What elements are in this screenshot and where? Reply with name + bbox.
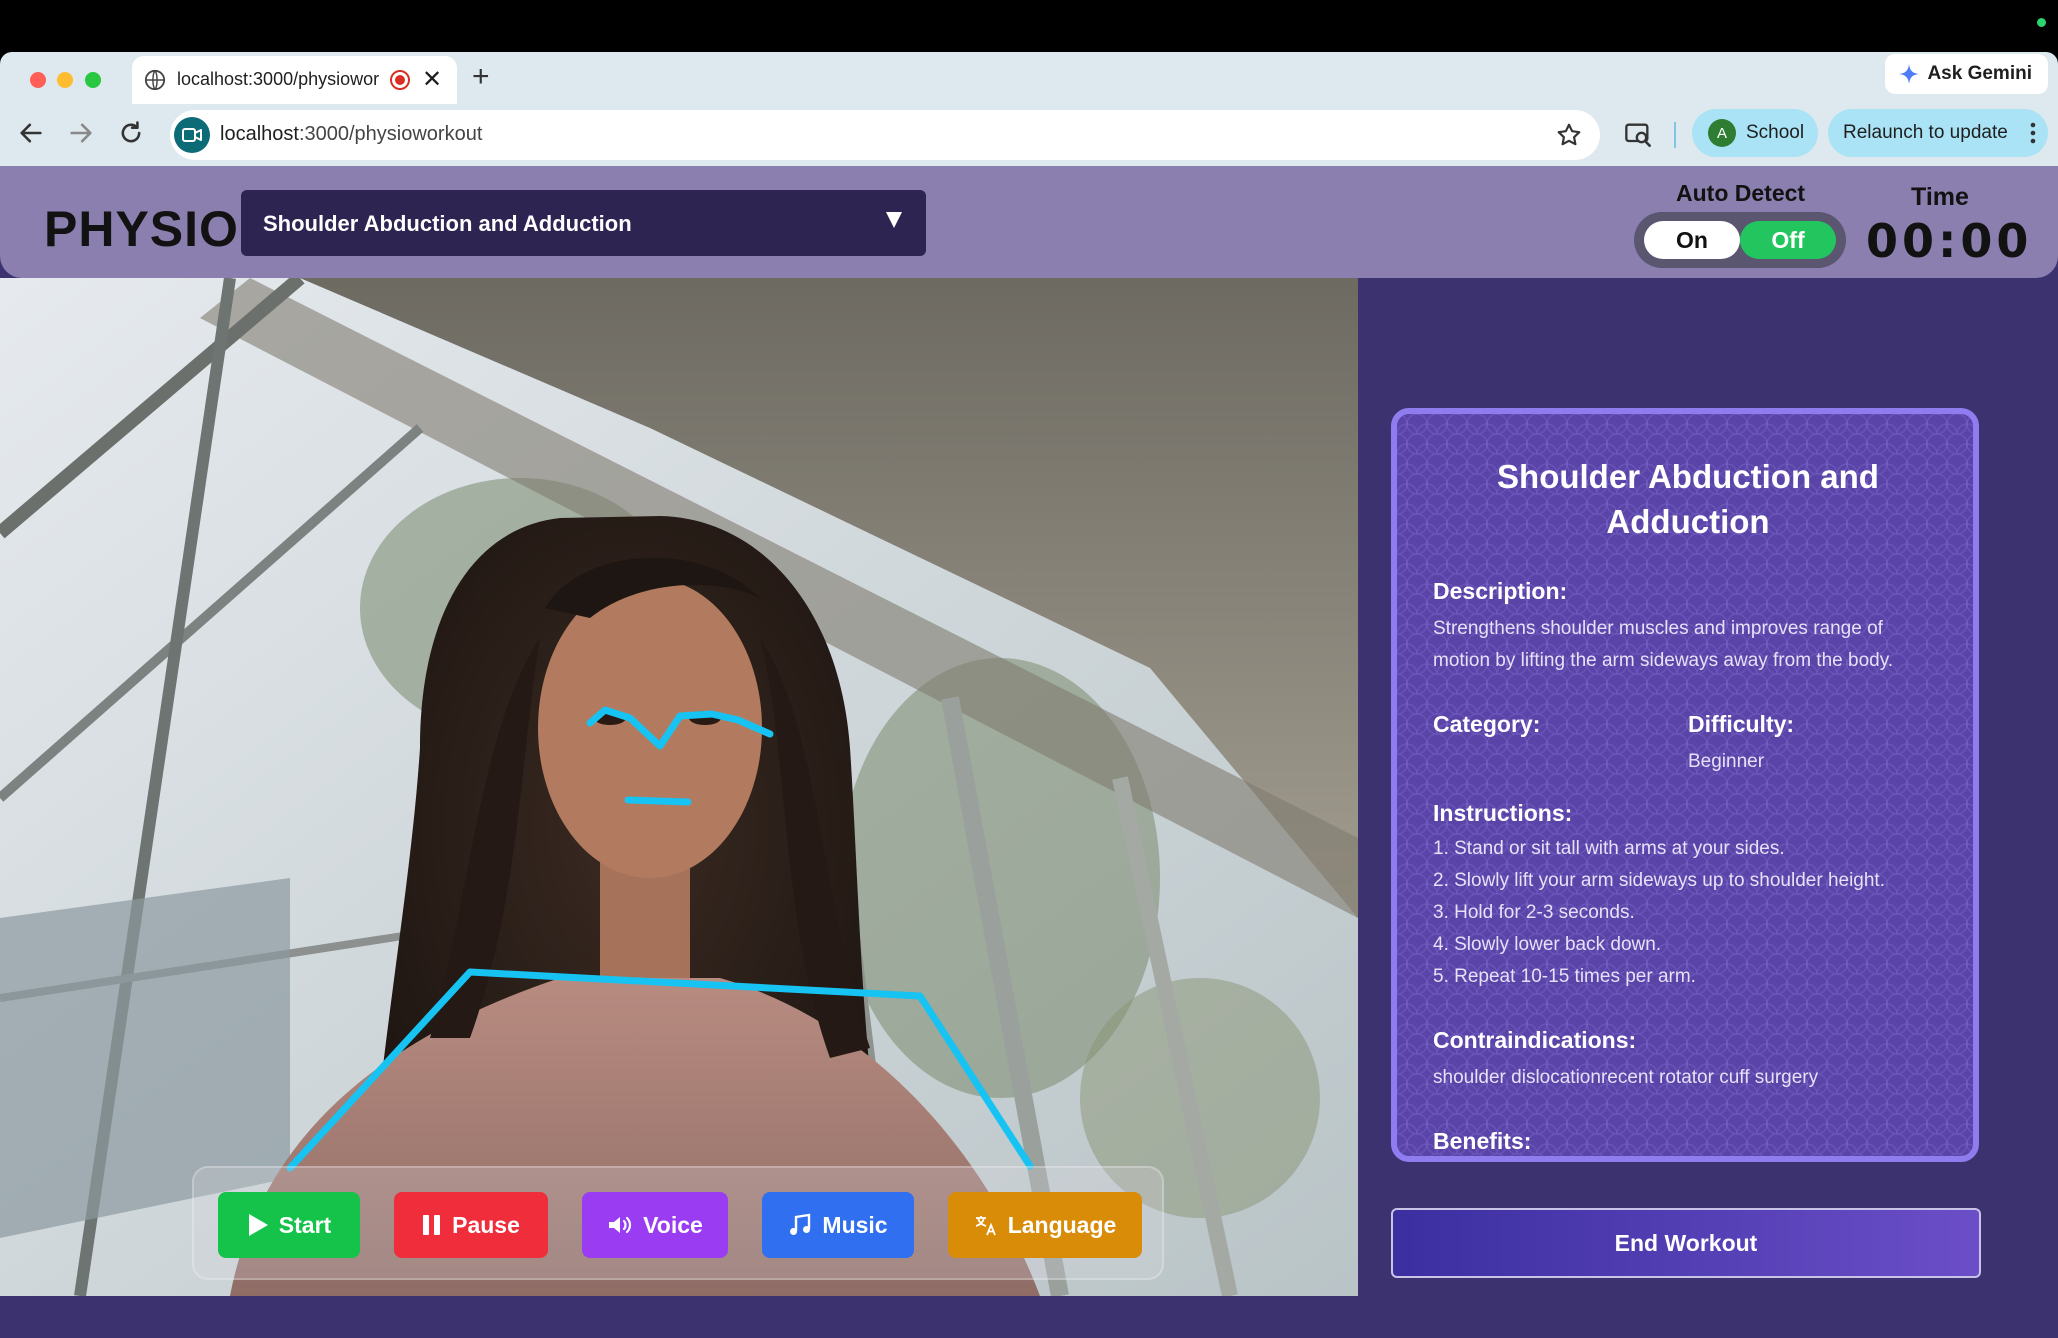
time-label: Time (1911, 183, 1969, 211)
language-button[interactable]: Language (948, 1192, 1142, 1258)
start-button[interactable]: Start (218, 1192, 360, 1258)
reload-icon[interactable] (117, 119, 145, 147)
language-label: Language (1007, 1211, 1117, 1238)
browser-tab[interactable]: localhost:3000/physiowor ✕ (132, 56, 457, 104)
gemini-sparkle-icon (1899, 64, 1920, 84)
forward-arrow-icon[interactable] (67, 119, 95, 147)
more-vert-icon[interactable] (2030, 121, 2036, 145)
difficulty-heading: Difficulty: (1688, 711, 1795, 737)
os-menu-bar (0, 0, 2058, 52)
difficulty-value: Beginner (1688, 751, 1765, 772)
back-arrow-icon[interactable] (17, 119, 45, 147)
list-item: 3. Hold for 2-3 seconds. (1433, 902, 1635, 923)
category-heading: Category: (1433, 711, 1541, 737)
google-lens-icon[interactable] (1624, 120, 1652, 148)
list-item: 5. Repeat 10-15 times per arm. (1433, 966, 1696, 987)
app-header: PHYSIO Shoulder Abduction and Adduction … (0, 166, 2058, 278)
list-item: 1. Stand or sit tall with arms at your s… (1433, 838, 1785, 859)
browser-chrome: localhost:3000/physiowor ✕ + Ask Gemini … (0, 52, 2058, 166)
list-item: 2. Slowly lift your arm sideways up to s… (1433, 870, 1885, 891)
dropdown-caret-icon (886, 212, 902, 228)
ask-gemini-label: Ask Gemini (1927, 63, 2032, 84)
window-close-button[interactable] (30, 72, 46, 88)
auto-detect-label: Auto Detect (1676, 180, 1806, 206)
end-workout-button[interactable]: End Workout (1391, 1208, 1981, 1278)
camera-image (0, 278, 1358, 1296)
exercise-select[interactable]: Shoulder Abduction and Adduction (241, 190, 926, 256)
description-text: Strengthens shoulder muscles and improve… (1433, 618, 1894, 671)
exercise-info-card: Shoulder Abduction and Adduction Descrip… (1391, 408, 1979, 1162)
meta-row: Category: Difficulty: Beginner (1433, 677, 1943, 778)
contraindications-heading: Contraindications: (1433, 1027, 1637, 1053)
list-item: 4. Slowly lower back down. (1433, 934, 1662, 955)
music-note-icon (790, 1213, 811, 1235)
toolbar-divider (1674, 122, 1676, 148)
window-minimize-button[interactable] (57, 72, 73, 88)
pause-label: Pause (452, 1211, 520, 1238)
exercise-select-value: Shoulder Abduction and Adduction (263, 211, 632, 236)
auto-detect-toggle[interactable]: On Off (1634, 212, 1846, 268)
bookmark-star-icon[interactable] (1556, 122, 1582, 148)
instructions-list: 1. Stand or sit tall with arms at your s… (1433, 833, 1943, 993)
ask-gemini-button[interactable]: Ask Gemini (1885, 54, 2048, 94)
music-button[interactable]: Music (762, 1192, 914, 1258)
tab-title: localhost:3000/physiowor (177, 69, 380, 89)
avatar: A (1708, 119, 1736, 147)
instructions-heading: Instructions: (1433, 800, 1573, 826)
app-logo: PHYSIO (44, 201, 239, 257)
timer-display: 00:00 (1866, 214, 2033, 268)
profile-button[interactable]: A School (1692, 109, 1818, 157)
workout-controls: Start Pause Voice Music Language (192, 1166, 1164, 1280)
voice-label: Voice (643, 1211, 703, 1238)
profile-name: School (1746, 122, 1805, 143)
webcam-feed: Start Pause Voice Music Language (0, 278, 1358, 1296)
url-text: localhost:3000/physioworkout (220, 123, 483, 145)
site-info-icon[interactable] (174, 117, 210, 153)
new-tab-button[interactable]: + (472, 60, 490, 94)
start-label: Start (278, 1211, 332, 1238)
physio-app: PHYSIO Shoulder Abduction and Adduction … (0, 166, 2058, 1338)
recording-icon (390, 70, 410, 90)
relaunch-button[interactable]: Relaunch to update (1828, 109, 2048, 157)
camera-indicator-icon (2037, 18, 2046, 27)
voice-button[interactable]: Voice (582, 1192, 728, 1258)
tab-close-icon[interactable]: ✕ (422, 65, 442, 94)
pause-icon (423, 1215, 441, 1235)
contraindications-text: shoulder dislocationrecent rotator cuff … (1433, 1067, 1819, 1088)
card-title: Shoulder Abduction and Adduction (1497, 458, 1879, 540)
auto-detect-on-option[interactable]: On (1644, 221, 1740, 259)
auto-detect-off-option[interactable]: Off (1740, 221, 1836, 259)
globe-icon (144, 69, 166, 91)
description-heading: Description: (1433, 578, 1568, 604)
play-icon (248, 1214, 268, 1236)
speaker-icon (609, 1216, 632, 1234)
translate-icon (975, 1216, 996, 1236)
music-label: Music (822, 1211, 888, 1238)
window-zoom-button[interactable] (85, 72, 101, 88)
relaunch-label: Relaunch to update (1843, 122, 2008, 143)
pause-button[interactable]: Pause (394, 1192, 548, 1258)
benefits-heading: Benefits: (1433, 1128, 1532, 1154)
address-bar[interactable]: localhost:3000/physioworkout (170, 110, 1600, 160)
